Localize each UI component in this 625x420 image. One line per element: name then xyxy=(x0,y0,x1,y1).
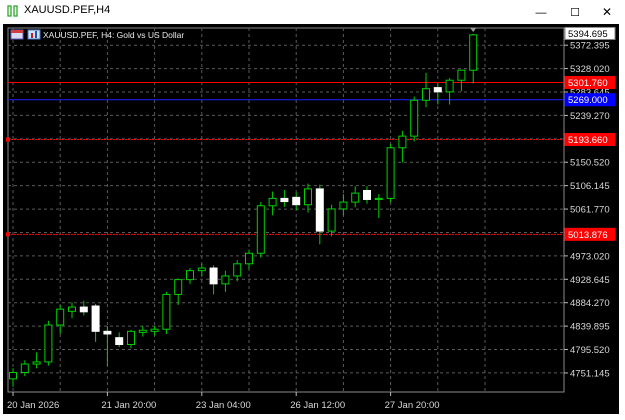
price-label: 5269.000 xyxy=(568,95,608,106)
candle-bullish[interactable] xyxy=(374,197,383,200)
chart-area[interactable]: 5372.3955328.0205283.6455239.2705194.895… xyxy=(3,24,619,414)
chart-bars-icon-bar xyxy=(31,33,33,38)
maximize-icon: ☐ xyxy=(570,7,580,19)
candle-bullish[interactable] xyxy=(44,324,53,363)
window-title: XAUUSD.PEF,H4 xyxy=(24,4,111,16)
y-tick-label: 4839.895 xyxy=(570,322,610,333)
candle-bearish[interactable] xyxy=(103,330,112,335)
y-tick-label: 4884.270 xyxy=(570,298,610,309)
minimize-button[interactable]: — xyxy=(524,0,558,23)
chart-bars-icon xyxy=(27,29,41,40)
y-tick-label: 5106.145 xyxy=(570,181,610,192)
candle-bullish[interactable] xyxy=(339,201,348,210)
candle-bearish[interactable] xyxy=(363,189,371,200)
candle-bearish[interactable] xyxy=(315,188,324,232)
x-tick-label: 20 Jan 2026 xyxy=(7,400,59,411)
candle-bearish[interactable] xyxy=(433,87,442,93)
y-tick-label: 4973.020 xyxy=(570,251,610,262)
candle-bearish[interactable] xyxy=(292,196,301,206)
candle-bullish[interactable] xyxy=(469,34,478,71)
candle-bullish[interactable] xyxy=(162,293,171,330)
candle-bullish[interactable] xyxy=(9,371,17,380)
y-tick-label: 4928.645 xyxy=(570,275,610,286)
candle-bullish[interactable] xyxy=(445,79,454,93)
chart-app-icon xyxy=(7,5,18,17)
candle-bullish[interactable] xyxy=(410,99,419,137)
candle-bullish[interactable] xyxy=(127,330,135,346)
candle-bearish[interactable] xyxy=(280,197,289,203)
candle-bullish[interactable] xyxy=(197,267,206,272)
level-anchor-marker[interactable] xyxy=(6,232,10,237)
candle-bearish[interactable] xyxy=(91,305,100,332)
candle-bearish[interactable] xyxy=(79,306,88,313)
x-tick-label: 21 Jan 20:00 xyxy=(101,400,156,411)
candle-bullish[interactable] xyxy=(233,263,242,277)
candle-bullish[interactable] xyxy=(174,279,183,295)
price-label: 5394.695 xyxy=(568,29,608,40)
y-tick-label: 5239.270 xyxy=(570,111,610,122)
y-tick-label: 4795.520 xyxy=(570,345,610,356)
candle-bullish[interactable] xyxy=(186,270,194,281)
x-tick-label: 23 Jan 04:00 xyxy=(196,400,251,411)
window-titlebar: XAUUSD.PEF,H4 — ☐ ✕ xyxy=(0,0,625,23)
close-icon: ✕ xyxy=(601,5,613,19)
candle-bullish[interactable] xyxy=(268,197,277,207)
minimize-icon: — xyxy=(535,7,547,19)
candle-bullish[interactable] xyxy=(327,208,336,232)
candle-bullish[interactable] xyxy=(457,69,466,81)
chart-bars-icon-bar xyxy=(35,31,37,38)
y-tick-label: 5328.020 xyxy=(570,64,610,75)
candle-bullish[interactable] xyxy=(422,88,430,101)
candlestick-chart[interactable]: 5372.3955328.0205283.6455239.2705194.895… xyxy=(3,24,619,414)
y-tick-label: 5061.770 xyxy=(570,205,610,216)
x-tick-label: 27 Jan 20:00 xyxy=(385,400,440,411)
candle-bullish[interactable] xyxy=(245,252,253,265)
price-label: 5193.660 xyxy=(568,135,608,146)
candle-bearish[interactable] xyxy=(115,337,124,346)
chart-title: XAUUSD.PEF, H4: Gold vs US Dollar xyxy=(43,30,184,40)
candle-bullish[interactable] xyxy=(398,135,407,149)
price-label: 5301.760 xyxy=(568,78,608,89)
candle-bullish[interactable] xyxy=(68,306,76,312)
maximize-button[interactable]: ☐ xyxy=(558,0,592,23)
x-tick-label: 26 Jan 12:00 xyxy=(290,400,345,411)
candle-bullish[interactable] xyxy=(56,308,65,326)
candle-bullish[interactable] xyxy=(351,192,360,203)
candle-bearish[interactable] xyxy=(209,267,218,285)
y-tick-label: 5150.520 xyxy=(570,158,610,169)
y-tick-label: 4751.145 xyxy=(570,368,610,379)
level-anchor-marker[interactable] xyxy=(6,137,10,142)
candle-bullish[interactable] xyxy=(32,361,41,365)
candle-bullish[interactable] xyxy=(386,147,395,199)
last-bar-marker xyxy=(470,28,477,32)
candle-bullish[interactable] xyxy=(256,205,265,254)
price-label: 5013.876 xyxy=(568,230,608,241)
candle-bullish[interactable] xyxy=(150,328,159,332)
chart-table-icon-header xyxy=(11,30,23,33)
candle-bullish[interactable] xyxy=(20,363,29,373)
y-tick-label: 5372.395 xyxy=(570,41,610,52)
candle-bullish[interactable] xyxy=(138,329,147,333)
close-button[interactable]: ✕ xyxy=(590,0,624,23)
candle-bullish[interactable] xyxy=(304,188,312,206)
candle-bullish[interactable] xyxy=(221,275,230,285)
